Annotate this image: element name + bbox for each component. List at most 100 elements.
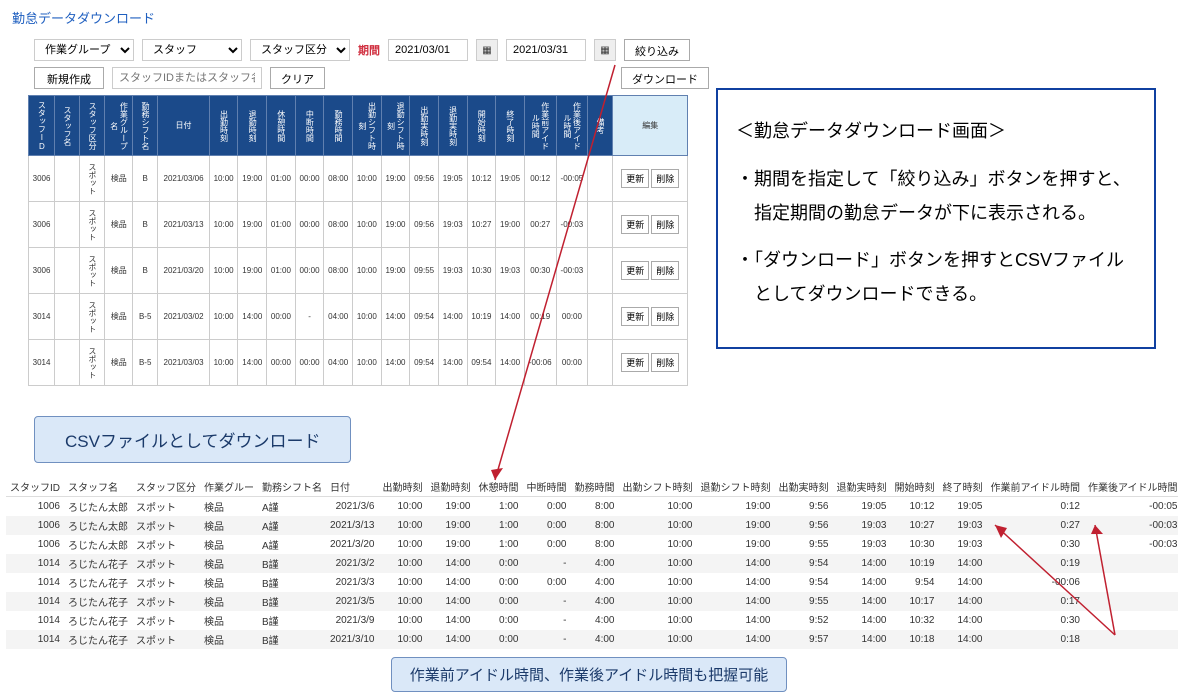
calendar-to-icon[interactable]: ▦: [594, 39, 616, 61]
cell: スポット: [80, 294, 105, 340]
csv-cell: 10:18: [891, 630, 939, 649]
delete-button[interactable]: 削除: [651, 307, 679, 326]
idle-label: 作業前アイドル時間、作業後アイドル時間も把握可能: [391, 657, 788, 692]
csv-row: 1006ろじたん太郎スポット検品A謹2021/3/610:0019:001:00…: [6, 497, 1178, 517]
csv-cell: B謹: [258, 611, 326, 630]
cell: 3006: [29, 156, 55, 202]
csv-cell: 14:00: [939, 630, 987, 649]
csv-cell: 0:00: [475, 611, 523, 630]
csv-cell: 0:00: [475, 554, 523, 573]
csv-cell: 10:00: [379, 611, 427, 630]
download-button[interactable]: ダウンロード: [621, 67, 709, 89]
col-6: 出勤時刻: [209, 96, 238, 156]
csv-cell: 9:55: [775, 535, 833, 554]
filter-button[interactable]: 絞り込み: [624, 39, 690, 61]
cell: 2021/03/02: [158, 294, 210, 340]
cell: 19:00: [238, 248, 267, 294]
delete-button[interactable]: 削除: [651, 215, 679, 234]
csv-cell: 8:00: [571, 535, 619, 554]
csv-cell: [1084, 554, 1178, 573]
date-from-input[interactable]: [388, 39, 468, 61]
csv-cell: 14:00: [427, 554, 475, 573]
staff-select[interactable]: スタッフ: [142, 39, 242, 61]
csv-cell: [1084, 630, 1178, 649]
csv-cell: 14:00: [697, 630, 775, 649]
csv-cell: 4:00: [571, 573, 619, 592]
cell: 00:27: [524, 202, 556, 248]
new-button[interactable]: 新規作成: [34, 67, 104, 89]
col-1: スタッフ名: [55, 96, 80, 156]
cell: 00:12: [524, 156, 556, 202]
csv-cell: 1014: [6, 554, 64, 573]
csv-cell: ろじたん太郎: [64, 535, 132, 554]
col-17: 作業前アイドル時間: [524, 96, 556, 156]
update-button[interactable]: 更新: [621, 307, 649, 326]
csv-cell: 0:00: [523, 516, 571, 535]
csv-cell: ろじたん花子: [64, 592, 132, 611]
calendar-from-icon[interactable]: ▦: [476, 39, 498, 61]
cell: 10:00: [209, 202, 238, 248]
date-to-input[interactable]: [506, 39, 586, 61]
delete-button[interactable]: 削除: [651, 261, 679, 280]
csv-cell: 10:27: [891, 516, 939, 535]
csv-cell: 0:00: [523, 573, 571, 592]
csv-cell: 19:05: [833, 497, 891, 517]
cell: 14:00: [438, 340, 467, 386]
csv-cell: [1084, 573, 1178, 592]
cell: 2021/03/03: [158, 340, 210, 386]
cell: B: [133, 156, 158, 202]
csv-cell: 10:00: [379, 516, 427, 535]
cell: 14:00: [238, 340, 267, 386]
update-button[interactable]: 更新: [621, 261, 649, 280]
cell: 00:00: [267, 340, 296, 386]
csv-cell: 19:00: [427, 535, 475, 554]
cell: 00:00: [267, 294, 296, 340]
delete-button[interactable]: 削除: [651, 353, 679, 372]
staff-filter-input[interactable]: [112, 67, 262, 89]
info-box: ＜勤怠データダウンロード画面＞ ・期間を指定して「絞り込み」ボタンを押すと、指定…: [716, 88, 1156, 349]
cell: 08:00: [324, 202, 353, 248]
table-row: 3006スポット検品B2021/03/1310:0019:0001:0000:0…: [29, 202, 688, 248]
delete-button[interactable]: 削除: [651, 169, 679, 188]
csv-cell: 1006: [6, 535, 64, 554]
csv-cell: 4:00: [571, 630, 619, 649]
cell: 04:00: [324, 340, 353, 386]
cell: [55, 202, 80, 248]
csv-cell: 14:00: [427, 592, 475, 611]
csv-cell: 9:54: [891, 573, 939, 592]
csv-cell: 10:00: [379, 573, 427, 592]
cell: 01:00: [267, 202, 296, 248]
csv-cell: 0:30: [987, 611, 1085, 630]
action-cell: 更新削除: [613, 294, 688, 340]
cell: 09:56: [410, 156, 439, 202]
csv-cell: 14:00: [833, 573, 891, 592]
cell: 19:00: [381, 156, 410, 202]
csv-cell: 検品: [200, 630, 258, 649]
work-group-select[interactable]: 作業グループ: [34, 39, 134, 61]
csv-cell: 0:00: [523, 535, 571, 554]
clear-button[interactable]: クリア: [270, 67, 325, 89]
col-3: 作業グループ名: [105, 96, 133, 156]
cell: 10:30: [467, 248, 496, 294]
update-button[interactable]: 更新: [621, 215, 649, 234]
csv-cell: 1006: [6, 497, 64, 517]
cell: B: [133, 202, 158, 248]
csv-cell: 19:00: [697, 535, 775, 554]
csv-cell: 10:17: [891, 592, 939, 611]
page-title-link[interactable]: 勤怠データダウンロード: [0, 0, 167, 35]
csv-cell: ろじたん太郎: [64, 516, 132, 535]
col-11: 出勤シフト時刻: [353, 96, 382, 156]
cell: 09:54: [467, 340, 496, 386]
staff-type-select[interactable]: スタッフ区分: [250, 39, 350, 61]
update-button[interactable]: 更新: [621, 353, 649, 372]
csv-col: 終了時刻: [939, 477, 987, 497]
csv-cell: -00:03: [1084, 535, 1178, 554]
csv-cell: 19:00: [427, 516, 475, 535]
cell: 00:00: [556, 294, 588, 340]
csv-cell: スポット: [132, 611, 200, 630]
update-button[interactable]: 更新: [621, 169, 649, 188]
csv-cell: B謹: [258, 573, 326, 592]
csv-cell: 検品: [200, 592, 258, 611]
cell: 14:00: [496, 340, 525, 386]
csv-cell: スポット: [132, 554, 200, 573]
